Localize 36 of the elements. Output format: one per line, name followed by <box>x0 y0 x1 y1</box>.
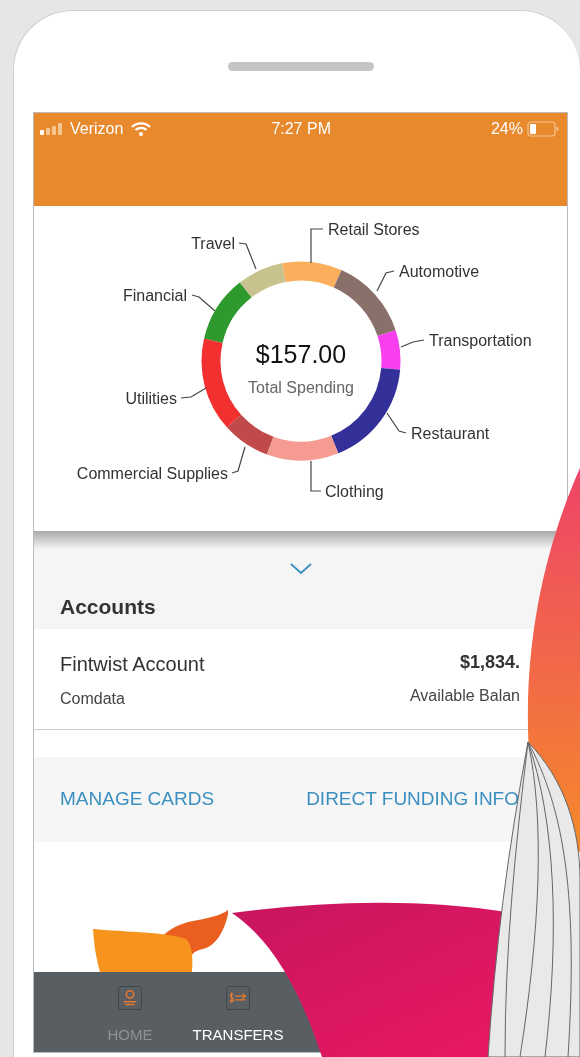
category-label: Utilities <box>125 390 177 407</box>
nav-tab[interactable]: TRANSFERS <box>184 985 292 1052</box>
leader-line <box>310 460 322 492</box>
category-label: Transportation <box>429 332 532 349</box>
leader-line <box>231 446 246 474</box>
category-label: Financial <box>122 287 187 304</box>
balance-label: Available Balan <box>410 685 520 706</box>
leader-line <box>238 242 257 270</box>
leader-line <box>310 228 324 264</box>
status-time: 7:27 PM <box>271 119 331 139</box>
leader-line <box>386 412 407 434</box>
total-amount: $157.00 <box>255 340 347 368</box>
category-label: Retail Stores <box>328 221 420 238</box>
leader-line <box>191 294 216 312</box>
category-label: Automotive <box>399 263 480 280</box>
category-label: Commercial Supplies <box>76 465 228 482</box>
section-title: Accounts <box>60 594 157 620</box>
battery-icon <box>527 121 559 137</box>
category-label: Clothing <box>325 483 384 500</box>
wifi-icon <box>131 122 152 136</box>
leader-line <box>400 339 425 348</box>
category-label: Restaurant <box>411 425 490 442</box>
chevron-down-icon[interactable] <box>289 563 312 575</box>
account-name: Fintwist Account <box>60 651 205 677</box>
category-label: Travel <box>191 235 235 252</box>
account-provider: Comdata <box>60 688 126 709</box>
signal-icon <box>40 123 62 135</box>
battery-percent: 24% <box>490 119 523 139</box>
leader-line <box>376 270 395 292</box>
leader-line <box>180 387 207 399</box>
total-caption: Total Spending <box>248 379 354 396</box>
carrier-name: Verizon <box>70 119 124 139</box>
link[interactable]: MANAGE CARDS <box>60 784 215 814</box>
person-icon <box>118 985 142 1010</box>
link[interactable]: DIRECT FUNDING INFO <box>306 784 519 814</box>
account-balance: $1,834. <box>458 650 520 674</box>
